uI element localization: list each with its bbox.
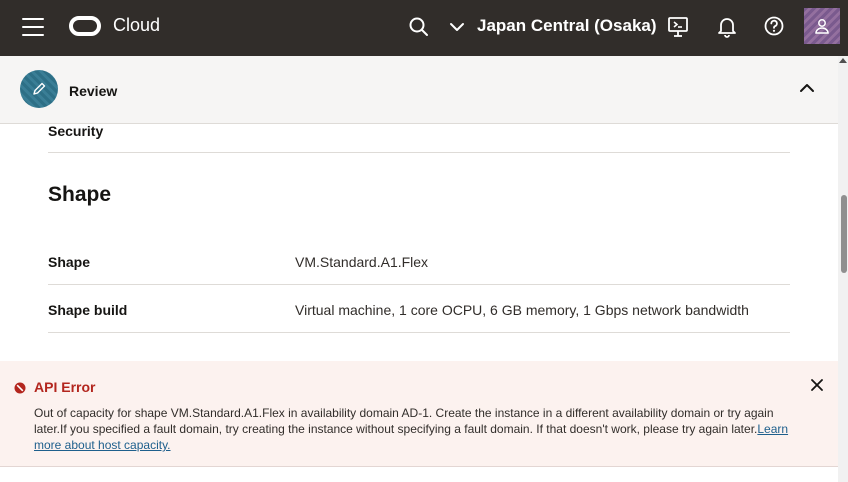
error-message: Out of capacity for shape VM.Standard.A1… [34, 406, 774, 436]
shape-build-label: Shape build [48, 302, 128, 318]
error-message-block: Out of capacity for shape VM.Standard.A1… [34, 405, 804, 453]
divider [48, 332, 790, 333]
help-icon[interactable] [763, 15, 785, 37]
edit-icon [20, 70, 58, 108]
top-navigation-bar: Cloud Japan Central (Osaka) [0, 0, 848, 56]
oracle-logo[interactable] [69, 16, 101, 36]
divider [48, 284, 790, 285]
shape-build-value: Virtual machine, 1 core OCPU, 6 GB memor… [295, 302, 749, 318]
shape-label: Shape [48, 254, 91, 270]
chevron-down-icon[interactable] [447, 17, 467, 37]
shape-section-title: Shape [48, 183, 112, 206]
user-avatar[interactable] [804, 8, 840, 44]
divider [48, 152, 790, 153]
error-icon [14, 381, 26, 394]
review-title: Review [69, 83, 118, 99]
shape-value: VM.Standard.A1.Flex [295, 254, 429, 270]
chevron-up-icon[interactable] [798, 81, 816, 95]
region-selector[interactable]: Japan Central (Osaka) [477, 16, 657, 36]
scroll-up-arrow[interactable] [839, 58, 847, 63]
menu-icon[interactable] [22, 18, 44, 38]
brand-label[interactable]: Cloud [113, 15, 160, 36]
scrollbar-thumb[interactable] [841, 195, 847, 273]
cloud-shell-icon[interactable] [667, 15, 689, 39]
user-icon [815, 19, 829, 34]
search-icon[interactable] [408, 16, 430, 38]
error-title: API Error [34, 379, 96, 395]
api-error-banner: API Error Out of capacity for shape VM.S… [0, 361, 838, 467]
review-step-header[interactable]: Review [0, 56, 838, 124]
bell-icon[interactable] [716, 15, 738, 39]
security-label: Security [48, 123, 104, 139]
close-icon[interactable] [810, 378, 824, 392]
